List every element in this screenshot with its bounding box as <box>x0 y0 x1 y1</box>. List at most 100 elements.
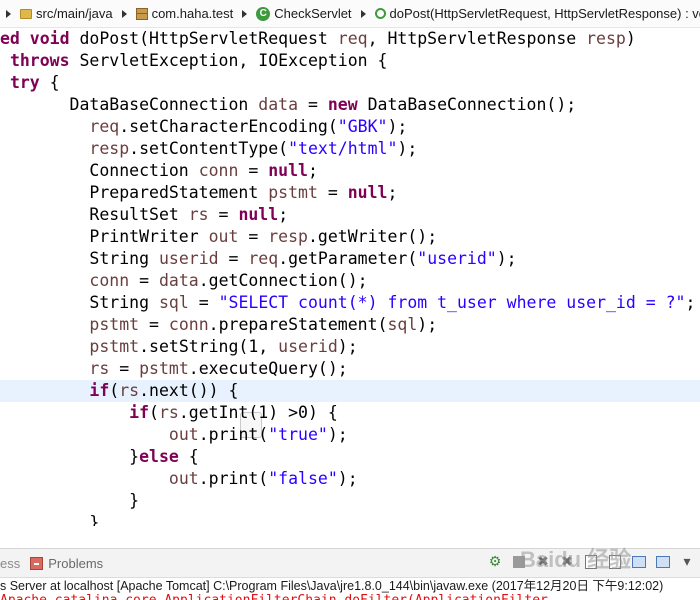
code-text: ); <box>337 337 358 356</box>
code-keyword: if <box>89 381 110 400</box>
code-string: "false" <box>268 469 338 488</box>
code-text: = <box>238 161 269 180</box>
code-text: { <box>39 73 60 92</box>
code-line[interactable]: try { <box>0 72 700 94</box>
code-variable: req <box>248 249 279 268</box>
code-line[interactable]: }else { <box>0 446 700 468</box>
breadcrumb-item-method[interactable]: doPost(HttpServletRequest, HttpServletRe… <box>374 0 700 27</box>
code-variable: rs <box>158 403 179 422</box>
code-text: .prepareStatement( <box>208 315 388 334</box>
code-text: ( <box>149 403 159 422</box>
code-text: PrintWriter <box>0 227 209 246</box>
code-editor[interactable]: ed void doPost(HttpServletRequest req, H… <box>0 28 700 526</box>
code-line[interactable]: PrintWriter out = resp.getWriter(); <box>0 226 700 248</box>
code-text: .print( <box>198 469 269 488</box>
code-text: ; <box>308 161 318 180</box>
breadcrumb-label: doPost(HttpServletRequest, HttpServletRe… <box>389 6 700 21</box>
code-line[interactable]: ed void doPost(HttpServletRequest req, H… <box>0 28 700 50</box>
code-keyword: throws <box>9 51 70 70</box>
breadcrumb-item-package[interactable]: com.haha.test <box>135 0 234 27</box>
code-line[interactable]: pstmt = conn.prepareStatement(sql); <box>0 314 700 336</box>
code-text: ResultSet <box>0 205 189 224</box>
console-tab-bar: ess Problems ⚙ ✖ ✖ ▾ <box>0 548 700 578</box>
code-text: doPost(HttpServletRequest <box>69 29 338 48</box>
clear-console-button[interactable] <box>582 553 600 571</box>
tab-problems[interactable]: Problems <box>30 556 103 571</box>
code-variable: req <box>337 29 368 48</box>
code-text: = <box>317 183 348 202</box>
breadcrumb-label: com.haha.test <box>151 6 234 21</box>
code-variable: userid <box>158 249 219 268</box>
debug-icon[interactable]: ⚙ <box>486 553 504 571</box>
scroll-lock-button[interactable] <box>606 553 624 571</box>
display-selected-console-button[interactable] <box>630 553 648 571</box>
breadcrumb-separator <box>242 9 248 18</box>
code-text: = <box>208 205 239 224</box>
code-variable: rs <box>188 205 209 224</box>
code-string: "text/html" <box>288 139 398 158</box>
remove-all-terminated-button[interactable]: ✖ <box>558 553 576 571</box>
code-line[interactable]: PreparedStatement pstmt = null; <box>0 182 700 204</box>
code-keyword: if <box>129 403 150 422</box>
code-string: "userid" <box>417 249 497 268</box>
code-text: ; <box>278 205 289 224</box>
code-line[interactable]: out.print("false"); <box>0 468 700 490</box>
code-line[interactable]: out.print("true"); <box>0 424 700 446</box>
remove-launch-button[interactable]: ✖ <box>534 553 552 571</box>
code-text: .getWriter(); <box>308 227 438 246</box>
code-line[interactable]: throws ServletException, IOException { <box>0 50 700 72</box>
code-line[interactable]: if(rs.next()) { <box>0 380 700 402</box>
code-text: { <box>178 447 199 466</box>
open-console-button[interactable] <box>654 553 672 571</box>
code-text: = <box>188 293 219 312</box>
breadcrumb: src/main/java com.haha.test C CheckServl… <box>0 0 700 28</box>
code-line[interactable]: conn = data.getConnection(); <box>0 270 700 292</box>
code-line[interactable]: pstmt.setString(1, userid); <box>0 336 700 358</box>
code-line[interactable]: req.setCharacterEncoding("GBK"); <box>0 116 700 138</box>
code-text: .getInt(1) >0) { <box>178 403 338 422</box>
code-keyword: else <box>139 447 179 466</box>
code-text: = <box>218 249 249 268</box>
code-text: .getConnection(); <box>198 271 368 290</box>
code-line[interactable]: rs = pstmt.executeQuery(); <box>0 358 700 380</box>
code-line[interactable]: if(rs.getInt(1) >0) { <box>0 402 700 424</box>
code-variable: out <box>208 227 239 246</box>
code-variable: conn <box>89 271 130 290</box>
code-line[interactable]: String sql = "SELECT count(*) from t_use… <box>0 292 700 314</box>
terminate-button[interactable] <box>510 553 528 571</box>
tab-servers[interactable]: ess <box>0 556 20 571</box>
code-line[interactable]: Connection conn = null; <box>0 160 700 182</box>
code-text: String <box>0 249 159 268</box>
view-menu-icon[interactable]: ▾ <box>678 553 696 571</box>
code-variable: pstmt <box>89 315 140 334</box>
code-text: .setString(1, <box>139 337 279 356</box>
code-line[interactable]: } <box>0 490 700 512</box>
code-text: ; <box>685 293 696 312</box>
code-text: , HttpServletResponse <box>367 29 587 48</box>
code-line[interactable]: } <box>0 512 700 526</box>
code-text: ) <box>625 29 636 48</box>
breadcrumb-item-source-folder[interactable]: src/main/java <box>20 0 113 27</box>
code-line[interactable]: String userid = req.getParameter("userid… <box>0 248 700 270</box>
code-variable: pstmt <box>89 337 140 356</box>
code-line[interactable]: resp.setContentType("text/html"); <box>0 138 700 160</box>
code-variable: data <box>258 95 299 114</box>
tab-problems-label: Problems <box>48 555 104 571</box>
code-variable: conn <box>198 161 239 180</box>
code-line[interactable]: DataBaseConnection data = new DataBaseCo… <box>0 94 700 116</box>
console-launch-status: s Server at localhost [Apache Tomcat] C:… <box>0 579 664 593</box>
code-keyword: null <box>347 183 388 202</box>
code-line[interactable]: ResultSet rs = null; <box>0 204 700 226</box>
code-text: .next()) { <box>139 381 239 400</box>
code-keyword: null <box>268 161 308 180</box>
console-error-output: Apache catalina core ApplicationFilterCh… <box>0 594 700 600</box>
code-text: = <box>129 271 159 290</box>
breadcrumb-item-class[interactable]: C CheckServlet <box>256 0 352 27</box>
code-variable: req <box>89 117 120 136</box>
code-variable: resp <box>268 227 308 246</box>
code-variable: data <box>158 271 199 290</box>
